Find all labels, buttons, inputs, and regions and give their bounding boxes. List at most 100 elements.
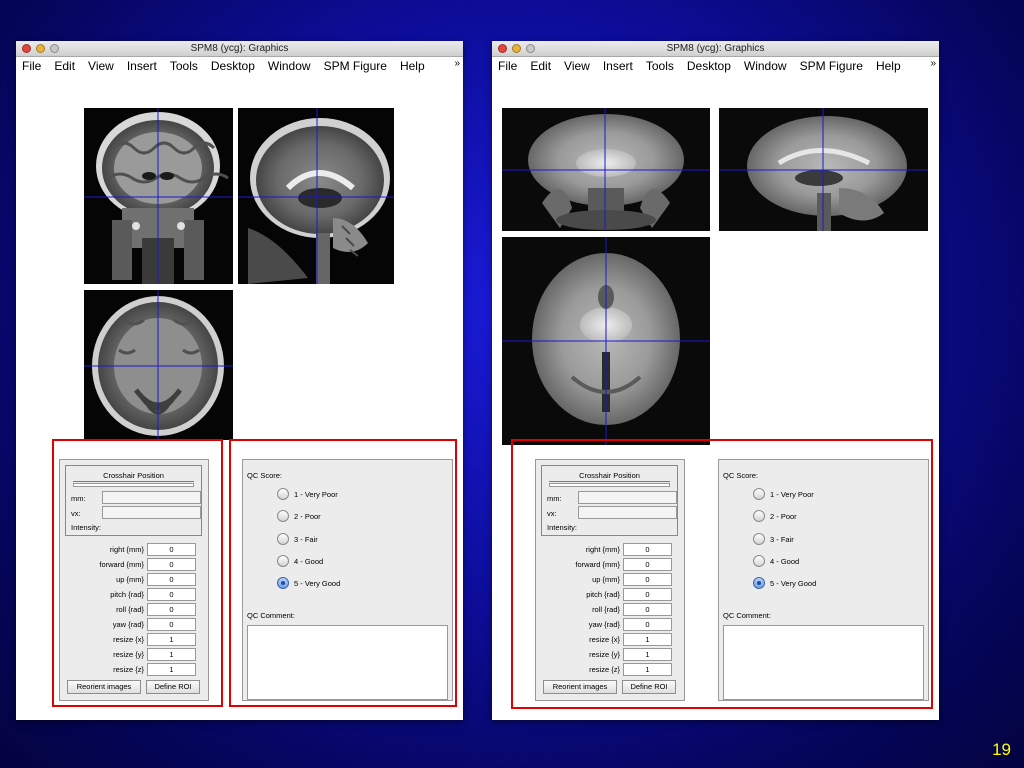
qc-option-1[interactable]: 1 - Very Poor [277, 487, 338, 501]
menu-window[interactable]: Window [268, 59, 311, 73]
menu-overflow-icon[interactable]: » [454, 58, 460, 69]
menu-edit[interactable]: Edit [54, 59, 75, 73]
menu-insert[interactable]: Insert [603, 59, 633, 73]
param-input-up[interactable]: 0 [623, 573, 672, 586]
radio-icon[interactable] [753, 577, 765, 589]
intensity-label: Intensity: [547, 523, 578, 532]
param-input-forward[interactable]: 0 [147, 558, 196, 571]
qc-comment-field[interactable] [247, 625, 448, 700]
qc-comment-field[interactable] [723, 625, 924, 700]
qc-option-2[interactable]: 2 - Poor [753, 509, 797, 523]
menu-view[interactable]: View [88, 59, 114, 73]
param-row-right: right {mm} 0 [536, 543, 683, 557]
menu-desktop[interactable]: Desktop [211, 59, 255, 73]
radio-icon[interactable] [753, 510, 765, 522]
radio-icon[interactable] [753, 555, 765, 567]
title-bar[interactable]: SPM8 (ycg): Graphics [492, 41, 939, 57]
param-input-right[interactable]: 0 [147, 543, 196, 556]
reorient-images-button[interactable]: Reorient images [67, 680, 141, 694]
qc-option-3[interactable]: 3 - Fair [753, 532, 794, 546]
menu-window[interactable]: Window [744, 59, 787, 73]
menu-file[interactable]: File [498, 59, 517, 73]
sagittal-slice-image[interactable] [238, 108, 394, 284]
param-label: forward {mm} [99, 560, 144, 569]
coronal-slice-image[interactable] [502, 108, 710, 231]
menu-overflow-icon[interactable]: » [930, 58, 936, 69]
param-input-yaw[interactable]: 0 [147, 618, 196, 631]
param-row-right: right {mm} 0 [60, 543, 207, 557]
qc-option-2[interactable]: 2 - Poor [277, 509, 321, 523]
radio-icon[interactable] [277, 488, 289, 500]
menu-spm-figure[interactable]: SPM Figure [800, 59, 863, 73]
param-input-yaw[interactable]: 0 [623, 618, 672, 631]
intensity-label: Intensity: [71, 523, 102, 532]
param-label: right {mm} [109, 545, 144, 554]
param-input-resize-y[interactable]: 1 [147, 648, 196, 661]
param-input-resize-z[interactable]: 1 [623, 663, 672, 676]
vx-field[interactable] [102, 506, 201, 519]
zoom-icon[interactable] [526, 44, 535, 53]
qc-option-1[interactable]: 1 - Very Poor [753, 487, 814, 501]
param-label: yaw {rad} [112, 620, 144, 629]
radio-icon[interactable] [277, 510, 289, 522]
param-row-up: up {mm} 0 [60, 573, 207, 587]
param-row-resize-y: resize {y} 1 [536, 648, 683, 662]
close-icon[interactable] [22, 44, 31, 53]
menu-edit[interactable]: Edit [530, 59, 551, 73]
qc-score-label: QC Score: [723, 471, 759, 480]
axial-slice-image[interactable] [84, 290, 233, 440]
menu-help[interactable]: Help [400, 59, 425, 73]
param-row-forward: forward {mm} 0 [536, 558, 683, 572]
reorient-images-button[interactable]: Reorient images [543, 680, 617, 694]
qc-option-5[interactable]: 5 - Very Good [277, 576, 340, 590]
menu-spm-figure[interactable]: SPM Figure [324, 59, 387, 73]
coronal-slice-image[interactable] [84, 108, 233, 284]
radio-icon[interactable] [277, 533, 289, 545]
param-input-right[interactable]: 0 [623, 543, 672, 556]
param-input-resize-x[interactable]: 1 [147, 633, 196, 646]
radio-icon[interactable] [753, 488, 765, 500]
qc-option-3[interactable]: 3 - Fair [277, 532, 318, 546]
menu-tools[interactable]: Tools [170, 59, 198, 73]
param-label: forward {mm} [575, 560, 620, 569]
param-input-resize-y[interactable]: 1 [623, 648, 672, 661]
crosshair-position-box: Crosshair Position mm: vx: Intensity: [65, 465, 202, 536]
param-input-resize-z[interactable]: 1 [147, 663, 196, 676]
sagittal-slice-image[interactable] [719, 108, 928, 231]
param-row-resize-x: resize {x} 1 [536, 633, 683, 647]
minimize-icon[interactable] [36, 44, 45, 53]
param-input-roll[interactable]: 0 [623, 603, 672, 616]
menu-desktop[interactable]: Desktop [687, 59, 731, 73]
vx-field[interactable] [578, 506, 677, 519]
param-input-pitch[interactable]: 0 [623, 588, 672, 601]
radio-icon[interactable] [753, 533, 765, 545]
param-input-pitch[interactable]: 0 [147, 588, 196, 601]
param-input-resize-x[interactable]: 1 [623, 633, 672, 646]
radio-icon[interactable] [277, 577, 289, 589]
define-roi-button[interactable]: Define ROI [622, 680, 676, 694]
menu-insert[interactable]: Insert [127, 59, 157, 73]
param-input-forward[interactable]: 0 [623, 558, 672, 571]
crosshair-position-bar [73, 483, 194, 487]
param-input-up[interactable]: 0 [147, 573, 196, 586]
param-input-roll[interactable]: 0 [147, 603, 196, 616]
param-row-yaw: yaw {rad} 0 [536, 618, 683, 632]
qc-option-5[interactable]: 5 - Very Good [753, 576, 816, 590]
axial-slice-image[interactable] [502, 237, 710, 445]
qc-option-4[interactable]: 4 - Good [753, 554, 799, 568]
menu-file[interactable]: File [22, 59, 41, 73]
zoom-icon[interactable] [50, 44, 59, 53]
mm-field[interactable] [578, 491, 677, 504]
radio-icon[interactable] [277, 555, 289, 567]
menu-tools[interactable]: Tools [646, 59, 674, 73]
menu-help[interactable]: Help [876, 59, 901, 73]
minimize-icon[interactable] [512, 44, 521, 53]
qc-option-label: 3 - Fair [770, 534, 794, 544]
define-roi-button[interactable]: Define ROI [146, 680, 200, 694]
menu-bar: File Edit View Insert Tools Desktop Wind… [492, 57, 939, 74]
close-icon[interactable] [498, 44, 507, 53]
menu-view[interactable]: View [564, 59, 590, 73]
qc-option-4[interactable]: 4 - Good [277, 554, 323, 568]
mm-field[interactable] [102, 491, 201, 504]
title-bar[interactable]: SPM8 (ycg): Graphics [16, 41, 463, 57]
